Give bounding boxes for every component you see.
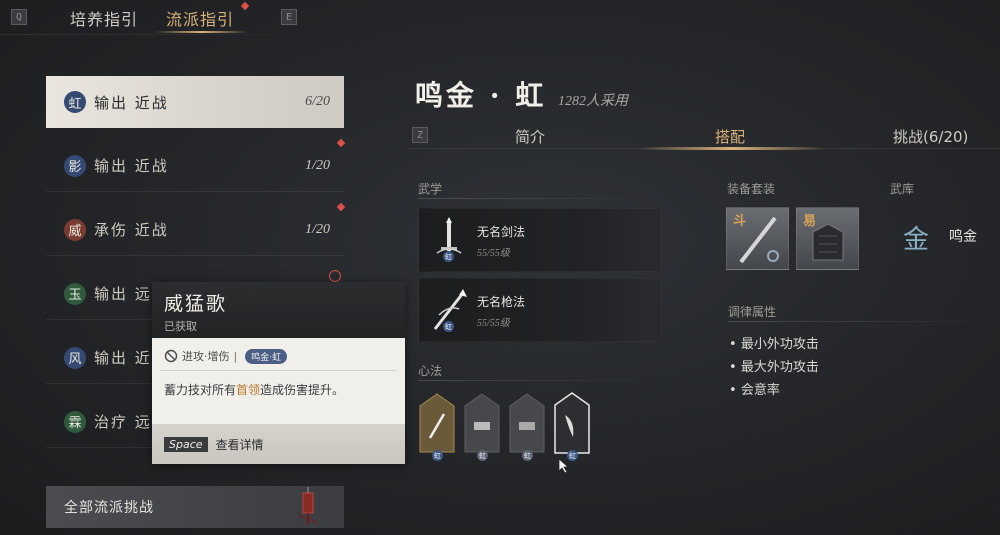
all-school-challenge-button[interactable]: 全部流派挑战	[46, 486, 344, 528]
school-count: 1/20	[305, 157, 330, 173]
tag-separator: |	[233, 349, 238, 363]
school-badge-icon: 影	[64, 154, 86, 177]
attribute-item: • 最小外功攻击	[729, 337, 819, 352]
skill-level: 55/55级	[477, 248, 510, 259]
section-divider	[418, 380, 658, 381]
tab-intro[interactable]: 简介	[515, 126, 545, 147]
equip-set-1[interactable]: 斗	[726, 207, 789, 270]
armory-name[interactable]: 鸣金	[949, 226, 977, 246]
heart-slot-4-selected[interactable]	[553, 389, 591, 455]
section-martial-label: 武学	[418, 182, 443, 196]
tooltip-description: 蓄力技对所有首领造成伤害提升。	[164, 383, 345, 397]
heart-slot-2[interactable]	[463, 392, 501, 454]
school-badge-icon: 虹	[64, 91, 86, 113]
adoption-count: 1282人采用	[558, 94, 628, 109]
active-tab-underline	[154, 31, 249, 33]
lantern-icon	[297, 487, 319, 525]
section-divider	[418, 198, 658, 199]
tooltip-status: 已获取	[164, 320, 197, 333]
tab-cultivation-guide[interactable]: 培养指引	[70, 6, 138, 30]
equip-set-2[interactable]: 易	[796, 207, 859, 270]
page-title: 鸣金 · 虹	[415, 79, 547, 112]
skill-card-sword[interactable]: 虹 无名剑法 55/55级	[418, 208, 659, 272]
tab-challenge[interactable]: 挑战(6/20)	[893, 126, 968, 147]
tooltip-tags: 进攻·增伤 | 鸣金·虹	[160, 338, 397, 371]
tab-notification-dot	[240, 1, 250, 11]
school-label: 输出 近战	[94, 93, 169, 112]
school-badge-icon: 玉	[64, 282, 86, 305]
section-equip-label: 装备套装	[727, 182, 776, 196]
school-count: 6/20	[305, 94, 330, 109]
skill-level: 55/55级	[477, 318, 510, 329]
skill-card-spear[interactable]: 虹 无名枪法 55/55级	[418, 278, 659, 342]
section-armory-label: 武库	[890, 182, 915, 196]
section-heart-label: 心法	[418, 364, 443, 378]
tooltip-tag: 进攻·增伤	[182, 350, 230, 363]
armor-icon	[812, 223, 844, 261]
space-key-hint: Space	[164, 436, 208, 452]
heart-slot-3[interactable]	[508, 392, 546, 454]
q-key-hint: Q	[11, 9, 27, 25]
attribute-item: • 会意率	[729, 383, 780, 398]
view-details-label: 查看详情	[215, 437, 264, 452]
tooltip-header: 威猛歌 已获取	[152, 282, 405, 338]
heart-slot-badge: 虹	[477, 450, 488, 461]
tab-school-guide[interactable]: 流派指引	[166, 6, 234, 30]
school-item-wei[interactable]: 威 承伤 近战 1/20	[46, 204, 344, 256]
mouse-cursor-icon	[558, 458, 570, 474]
active-sub-tab-underline	[638, 147, 826, 150]
all-challenge-label: 全部流派挑战	[64, 500, 154, 516]
school-badge-icon: 霖	[64, 410, 86, 433]
armory-icon: 金	[903, 225, 930, 255]
school-item-ying[interactable]: 影 输出 近战 1/20	[46, 140, 344, 192]
e-key-hint: E	[281, 9, 297, 25]
z-key-hint: Z	[412, 127, 428, 143]
tooltip-footer[interactable]: Space 查看详情	[152, 424, 405, 464]
tooltip-pill: 鸣金·虹	[245, 348, 288, 364]
skill-tooltip: 威猛歌 已获取 进攻·增伤 | 鸣金·虹 蓄力技对所有首领造成伤害提升。 Spa…	[152, 282, 405, 464]
heart-slot-badge: 虹	[432, 450, 443, 461]
skill-badge: 虹	[443, 321, 454, 332]
heart-slot-badge: 虹	[522, 450, 533, 461]
school-item-hong[interactable]: 虹 输出 近战 6/20	[46, 76, 344, 128]
school-count: 1/20	[305, 221, 330, 237]
section-attributes-label: 调律属性	[728, 305, 777, 319]
section-divider	[728, 321, 1000, 322]
skill-name: 无名剑法	[477, 225, 526, 239]
school-label: 输出 近战	[94, 157, 169, 175]
skill-badge: 虹	[443, 251, 454, 262]
school-badge-icon: 威	[64, 218, 86, 241]
skill-name: 无名枪法	[477, 295, 526, 309]
top-divider	[0, 34, 300, 35]
school-label: 承伤 近战	[94, 221, 169, 239]
school-badge-icon: 风	[64, 346, 86, 369]
tab-loadout[interactable]: 搭配	[715, 126, 745, 147]
heart-slot-1[interactable]	[418, 392, 456, 454]
attribute-item: • 最大外功攻击	[729, 360, 819, 375]
prohibit-icon	[164, 349, 178, 363]
tooltip-title: 威猛歌	[164, 293, 228, 315]
sword-icon	[739, 216, 779, 264]
